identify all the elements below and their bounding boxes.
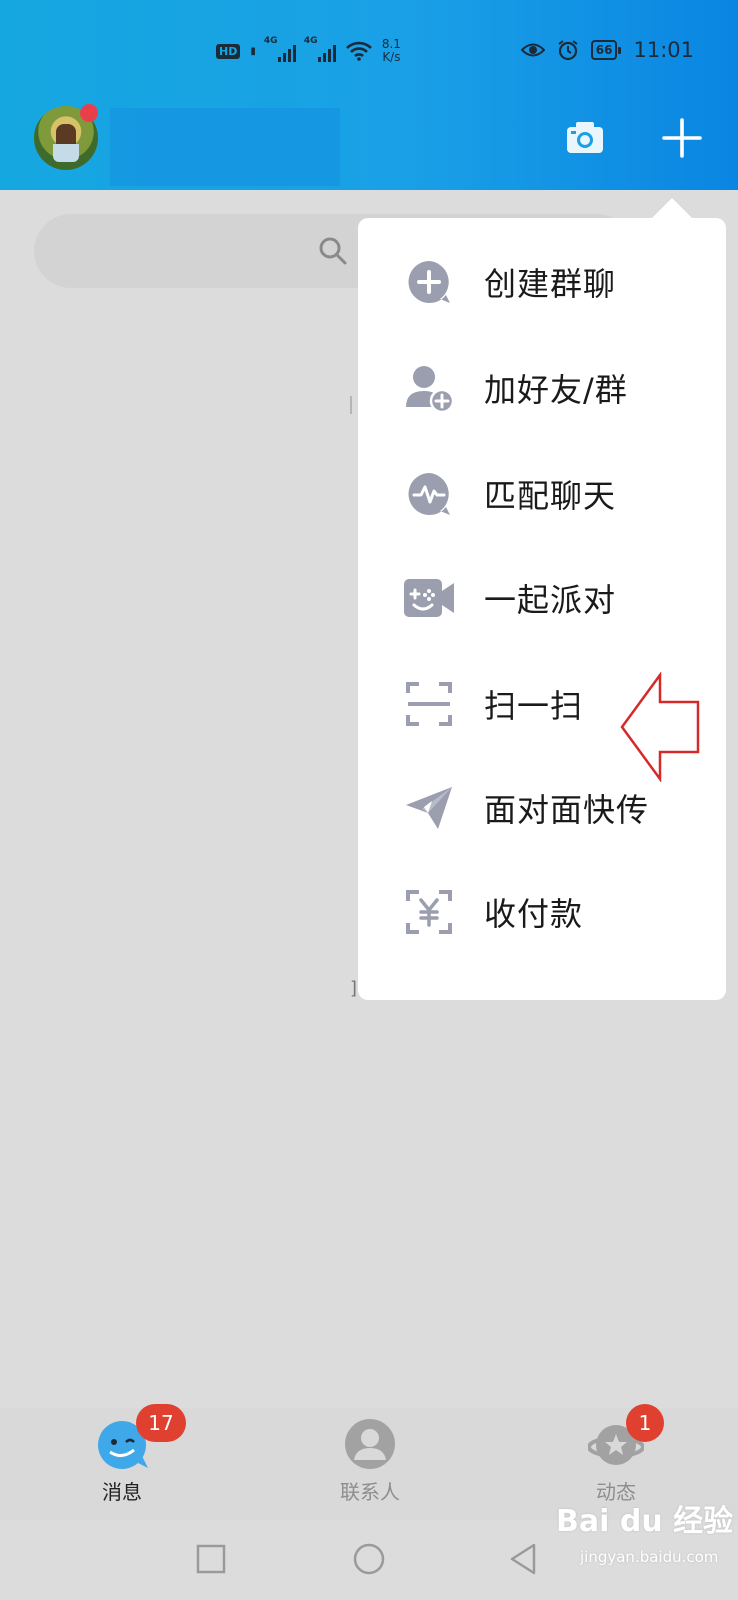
plus-icon[interactable] <box>660 116 704 160</box>
create-group-icon <box>402 255 456 309</box>
background-fragment-2: ] <box>350 978 358 999</box>
status-bar: HD ▮ 4G 4G 8.1 K/s 66 11:01 <box>0 32 738 76</box>
status-right: 66 11:01 <box>520 38 694 62</box>
menu-label: 匹配聊天 <box>484 477 617 515</box>
speed-unit: K/s <box>382 50 401 64</box>
volte-indicator: ▮ <box>250 45 256 57</box>
add-menu-popup: 创建群聊 加好友/群 匹配聊天 一起派对 扫一扫 面对面快传 收付款 <box>358 218 726 1000</box>
match-chat-icon <box>402 467 456 521</box>
menu-label: 创建群聊 <box>484 265 617 303</box>
nickname-redacted <box>110 108 340 186</box>
recent-apps-icon[interactable] <box>196 1544 226 1574</box>
speed-value: 8.1 <box>381 37 401 51</box>
menu-label: 一起派对 <box>484 581 617 619</box>
tab-label: 联系人 <box>340 1480 400 1504</box>
menu-item-payment[interactable]: 收付款 <box>358 858 726 966</box>
status-left: HD ▮ 4G 4G 8.1 K/s <box>216 36 401 64</box>
scan-icon <box>402 677 456 731</box>
payment-icon <box>402 885 456 939</box>
network-speed: 8.1 K/s <box>382 38 401 64</box>
popup-arrow <box>650 198 694 220</box>
menu-item-match-chat[interactable]: 匹配聊天 <box>358 440 726 548</box>
clock-time: 11:01 <box>633 38 694 62</box>
menu-item-party[interactable]: 一起派对 <box>358 544 726 652</box>
battery-icon: 66 <box>590 40 622 60</box>
eye-icon <box>520 43 545 57</box>
baidu-watermark-url: jingyan.baidu.com <box>580 1548 719 1566</box>
network-type-1: 4G <box>263 36 278 46</box>
avatar-notification-dot <box>80 104 98 122</box>
hd-indicator: HD <box>216 43 241 59</box>
signal-1-icon: 4G <box>264 36 296 62</box>
face-transfer-icon <box>402 781 456 835</box>
annotation-arrow-icon <box>620 672 700 782</box>
network-type-2: 4G <box>303 36 318 46</box>
menu-label: 扫一扫 <box>484 687 584 725</box>
moments-badge: 1 <box>626 1404 664 1442</box>
camera-icon[interactable] <box>564 116 606 158</box>
tab-contacts[interactable]: 联系人 <box>300 1408 440 1520</box>
add-friend-icon <box>402 361 456 415</box>
wifi-icon <box>345 41 372 61</box>
menu-item-add-friend[interactable]: 加好友/群 <box>358 334 726 442</box>
search-icon <box>319 237 347 265</box>
signal-2-icon: 4G <box>304 36 336 62</box>
baidu-watermark: Bai du 经验 <box>556 1504 734 1539</box>
contacts-icon <box>345 1419 395 1469</box>
menu-label: 加好友/群 <box>484 371 628 409</box>
home-icon[interactable] <box>352 1542 386 1576</box>
tab-label: 消息 <box>102 1480 142 1504</box>
app-header: HD ▮ 4G 4G 8.1 K/s 66 11:01 <box>0 0 738 190</box>
party-icon <box>402 571 456 625</box>
back-icon[interactable] <box>508 1542 538 1576</box>
messages-badge: 17 <box>136 1404 186 1442</box>
tab-messages[interactable]: 消息 17 <box>52 1404 192 1520</box>
avatar-pot <box>53 144 79 162</box>
menu-label: 面对面快传 <box>484 791 650 829</box>
menu-label: 收付款 <box>484 895 584 933</box>
alarm-icon <box>558 40 578 61</box>
menu-item-create-group[interactable]: 创建群聊 <box>358 228 726 336</box>
